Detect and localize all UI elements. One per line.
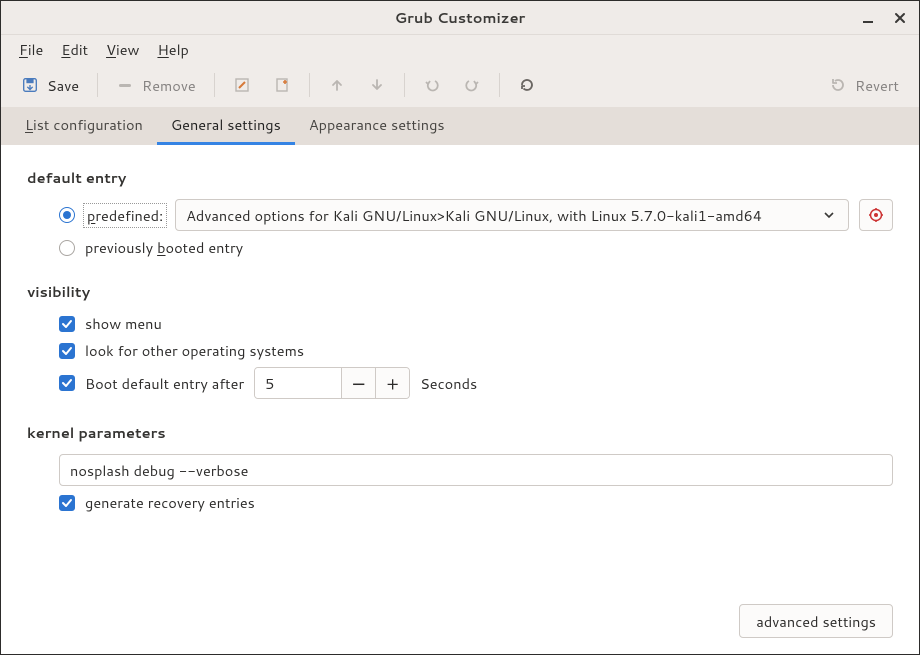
window-controls [855,1,913,34]
move-up-button[interactable] [320,69,354,101]
footer: advanced settings [27,594,893,638]
remove-button[interactable]: Remove [108,69,204,101]
revert-button[interactable]: Revert [821,69,907,101]
minimize-button[interactable] [855,5,881,31]
tabbar: List configuration General settings Appe… [1,107,919,145]
timeout-spin: − + [254,367,410,399]
seconds-label: Seconds [420,373,477,394]
advanced-settings-button[interactable]: advanced settings [739,604,893,638]
recovery-row: generate recovery entries [59,489,893,516]
boot-after-row: Boot default entry after − + Seconds [59,364,893,402]
boot-after-label[interactable]: Boot default entry after [85,373,244,394]
default-entry-combo-value: Advanced options for Kali GNU/Linux>Kali… [186,205,820,226]
toolbar-separator [214,73,215,97]
tab-general-settings[interactable]: General settings [157,107,295,145]
previous-entry-label[interactable]: previously booted entry [85,237,243,258]
default-entry-heading: default entry [27,167,893,188]
redo-button[interactable] [455,69,489,101]
section-default-entry: default entry predefined: Advanced optio… [27,167,893,261]
remove-icon [116,76,134,94]
section-kernel-parameters: kernel parameters generate recovery entr… [27,422,893,516]
close-button[interactable] [887,5,913,31]
toolbar-separator [499,73,500,97]
undo-button[interactable] [415,69,449,101]
kernel-input-row [59,451,893,489]
content-area: default entry predefined: Advanced optio… [1,145,919,654]
titlebar: Grub Customizer [1,1,919,35]
visibility-heading: visibility [27,281,893,302]
reload-icon [518,76,536,94]
look-os-row: look for other operating systems [59,337,893,364]
predefined-label[interactable]: predefined: [85,205,165,226]
redo-icon [463,76,481,94]
menu-file[interactable]: File [11,37,51,62]
minimize-icon [859,9,877,27]
kernel-heading: kernel parameters [27,422,893,443]
toolbar-separator [97,73,98,97]
toolbar-separator [309,73,310,97]
clear-default-entry-button[interactable] [859,199,893,231]
save-label: Save [47,75,79,96]
window-title: Grub Customizer [395,7,526,28]
close-icon [891,9,909,27]
show-menu-row: show menu [59,310,893,337]
recovery-label[interactable]: generate recovery entries [85,492,255,513]
menubar: File Edit View Help [1,35,919,63]
toolbar-separator [404,73,405,97]
revert-label: Revert [855,75,899,96]
target-icon [867,206,885,224]
reload-button[interactable] [510,69,544,101]
tab-list-configuration[interactable]: List configuration [11,107,157,145]
menu-help[interactable]: Help [149,37,196,62]
revert-icon [829,76,847,94]
toolbar: Save Remove [1,63,919,107]
edit-icon [233,76,251,94]
menu-edit[interactable]: Edit [53,37,96,62]
timeout-increase[interactable]: + [375,368,409,398]
app-window: Grub Customizer File Edit View Help [0,0,920,655]
edit-entry-button[interactable] [225,69,259,101]
timeout-decrease[interactable]: − [341,368,375,398]
tab-appearance-settings[interactable]: Appearance settings [295,107,459,145]
chevron-down-icon [820,206,838,224]
new-entry-button[interactable] [265,69,299,101]
radio-previous-entry[interactable] [59,240,75,256]
arrow-down-icon [368,76,386,94]
checkbox-boot-after[interactable] [59,375,75,391]
save-icon [21,76,39,94]
new-icon [273,76,291,94]
checkbox-show-menu[interactable] [59,316,75,332]
save-button[interactable]: Save [13,69,87,101]
timeout-input[interactable] [255,368,341,398]
kernel-parameters-input[interactable] [59,454,893,486]
radio-predefined[interactable] [59,207,75,223]
move-down-button[interactable] [360,69,394,101]
show-menu-label[interactable]: show menu [85,313,162,334]
predefined-row: predefined: Advanced options for Kali GN… [59,196,893,234]
checkbox-recovery[interactable] [59,495,75,511]
section-visibility: visibility show menu look for other oper… [27,281,893,402]
checkbox-look-os[interactable] [59,343,75,359]
look-os-label[interactable]: look for other operating systems [85,340,304,361]
previous-row: previously booted entry [59,234,893,261]
undo-icon [423,76,441,94]
menu-view[interactable]: View [98,37,147,62]
remove-label: Remove [142,75,196,96]
arrow-up-icon [328,76,346,94]
default-entry-combo[interactable]: Advanced options for Kali GNU/Linux>Kali… [175,199,849,231]
